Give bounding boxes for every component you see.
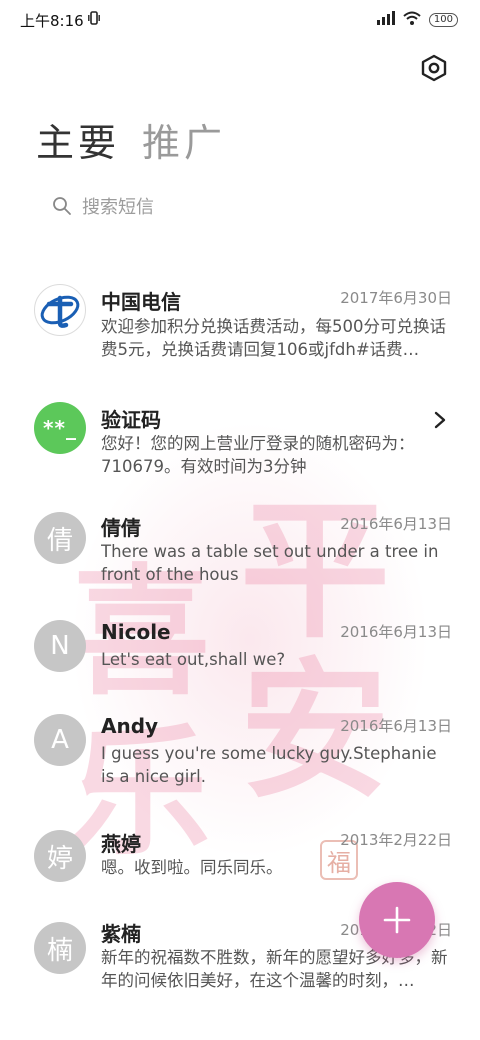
conversation-preview: There was a table set out under a tree i… bbox=[101, 542, 439, 584]
conversation-date: 2013年2月22日 bbox=[340, 831, 452, 849]
status-time: 上午8:16 bbox=[20, 11, 84, 30]
conversation-preview: Let's eat out,shall we? bbox=[101, 650, 286, 669]
vibrate-icon bbox=[87, 11, 100, 29]
category-tabs: 主要 推广 bbox=[36, 112, 226, 167]
battery-icon: 100 bbox=[428, 13, 458, 27]
avatar: 倩 bbox=[34, 512, 86, 564]
avatar: 楠 bbox=[34, 922, 86, 974]
signal-icon bbox=[376, 11, 395, 29]
conversation-item[interactable]: **_ 验证码 您好！您的网上营业厅登录的随机密码为：710679。有效时间为3… bbox=[0, 380, 480, 492]
settings-hexagon-icon bbox=[421, 54, 447, 82]
conversation-item[interactable]: A Andy 2016年6月13日 I guess you're some lu… bbox=[0, 710, 480, 818]
chevron-right-icon[interactable] bbox=[430, 410, 450, 430]
settings-button[interactable] bbox=[418, 52, 450, 84]
conversation-date: 2016年6月13日 bbox=[340, 717, 452, 735]
conversation-name: 燕婷 bbox=[101, 832, 141, 856]
conversation-name: Andy bbox=[101, 714, 159, 738]
avatar: **_ bbox=[34, 402, 86, 454]
conversation-name: 验证码 bbox=[101, 408, 161, 432]
conversation-name: 紫楠 bbox=[101, 922, 141, 946]
plus-icon bbox=[383, 906, 411, 934]
conversation-item[interactable]: 中国电信 2017年6月30日 欢迎参加积分兑换话费活动，每500分可兑换话费5… bbox=[0, 270, 480, 380]
conversation-date: 2016年6月13日 bbox=[340, 623, 452, 641]
conversation-preview: I guess you're some lucky guy.Stephanie … bbox=[101, 744, 437, 786]
conversation-item[interactable]: N Nicole 2016年6月13日 Let's eat out,shall … bbox=[0, 610, 480, 710]
conversation-date: 2016年6月13日 bbox=[340, 515, 452, 533]
search-placeholder: 搜索短信 bbox=[82, 197, 154, 218]
search-input[interactable]: 搜索短信 bbox=[52, 186, 432, 226]
conversation-name: 中国电信 bbox=[101, 290, 181, 314]
avatar: N bbox=[34, 620, 86, 672]
new-message-button[interactable] bbox=[359, 882, 435, 958]
search-icon bbox=[53, 197, 71, 215]
conversation-preview: 嗯。收到啦。同乐同乐。 bbox=[101, 858, 283, 877]
conversation-name: 倩倩 bbox=[101, 516, 141, 540]
tab-promotions[interactable]: 推广 bbox=[142, 112, 226, 167]
conversation-preview: 欢迎参加积分兑换话费活动，每500分可兑换话费5元，兑换话费请回复106或jfd… bbox=[101, 317, 446, 359]
conversation-date: 2017年6月30日 bbox=[340, 289, 452, 307]
avatar: 婷 bbox=[34, 830, 86, 882]
tab-primary[interactable]: 主要 bbox=[36, 112, 120, 167]
status-bar: 上午8:16 100 bbox=[0, 0, 480, 40]
china-telecom-logo bbox=[34, 284, 86, 336]
conversation-preview: 您好！您的网上营业厅登录的随机密码为：710679。有效时间为3分钟 bbox=[101, 434, 415, 476]
avatar: A bbox=[34, 714, 86, 766]
conversation-name: Nicole bbox=[101, 620, 171, 644]
wifi-icon bbox=[403, 11, 421, 29]
conversation-item[interactable]: 倩 倩倩 2016年6月13日 There was a table set ou… bbox=[0, 492, 480, 610]
